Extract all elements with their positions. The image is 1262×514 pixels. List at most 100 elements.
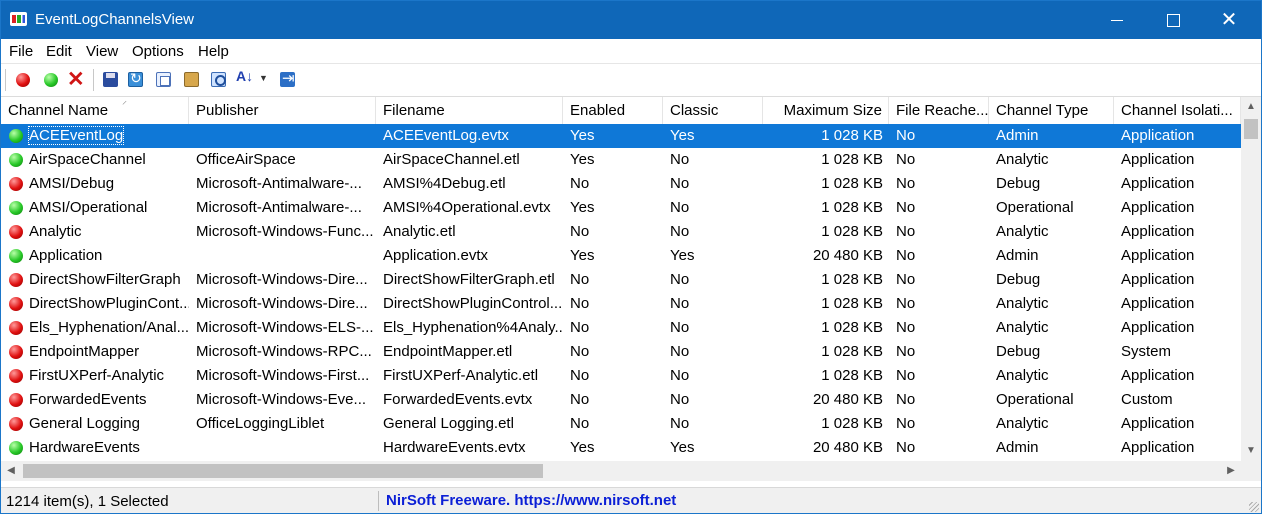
cell-channel-type: Analytic [996, 151, 1049, 168]
header-col-enabled[interactable]: Enabled [563, 97, 663, 124]
table-row[interactable]: AMSI/Operational Microsoft-Antimalware-..… [1, 196, 1241, 220]
header-col-classic[interactable]: Classic [663, 97, 763, 124]
header-col-filename[interactable]: Filename [376, 97, 563, 124]
find-icon [211, 72, 226, 87]
table-row[interactable]: ForwardedEvents Microsoft-Windows-Eve... F… [1, 388, 1241, 412]
scroll-up-icon[interactable]: ▲ [1241, 97, 1261, 117]
disabled-status-icon [9, 297, 23, 311]
properties-button[interactable] [182, 70, 202, 90]
scroll-down-icon[interactable]: ▼ [1241, 441, 1261, 461]
cell-channel-isolation: Application [1121, 367, 1195, 384]
cell-file-reached: No [896, 271, 916, 288]
table-row[interactable]: Analytic Microsoft-Windows-Func... Analyti… [1, 220, 1241, 244]
cell-enabled: Yes [570, 439, 595, 456]
scroll-left-icon[interactable]: ◀ [1, 461, 21, 481]
cell-channel-name: Application [1, 244, 189, 268]
header-col-channel-name[interactable]: Channel Name [1, 97, 189, 124]
cell-publisher [189, 124, 376, 148]
delete-button[interactable]: ✕ [67, 68, 87, 91]
cell-filename: Els_Hyphenation%4Analy... [383, 319, 563, 336]
scrollbar-corner [1241, 461, 1261, 481]
save-button[interactable] [101, 70, 121, 90]
horizontal-scroll-thumb[interactable] [23, 464, 543, 478]
close-button[interactable]: ✕ [1201, 1, 1257, 39]
table-row[interactable]: HardwareEvents HardwareEvents.evtx Yes Yes 2… [1, 436, 1241, 460]
cell-channel-type: Analytic [996, 415, 1049, 432]
cell-file-reached: No [896, 391, 916, 408]
cell-classic: No [670, 199, 690, 216]
header-col-file-reached[interactable]: File Reache... [889, 97, 989, 124]
title-bar[interactable]: EventLogChannelsView ✕ [1, 1, 1261, 39]
copy-button[interactable] [154, 70, 174, 90]
channel-name-text: ACEEventLog [27, 126, 125, 145]
cell-filename: HardwareEvents.evtx [383, 439, 526, 456]
table-row[interactable]: AMSI/Debug Microsoft-Antimalware-... AMSI%… [1, 172, 1241, 196]
cell-enabled: No [570, 415, 590, 432]
cell-publisher: Microsoft-Windows-Eve... [196, 391, 367, 408]
table-row[interactable]: Els_Hyphenation/Anal... Microsoft-Windows… [1, 316, 1241, 340]
cell-maximum-size: 20 480 KB [812, 439, 883, 456]
disabled-status-icon [9, 393, 23, 407]
cell-channel-name: AMSI/Debug [1, 172, 189, 196]
table-row[interactable]: EndpointMapper Microsoft-Windows-RPC... En… [1, 340, 1241, 364]
header-col-publisher[interactable]: Publisher [189, 97, 376, 124]
cell-file-reached: No [896, 415, 916, 432]
table-row[interactable]: FirstUXPerf-Analytic Microsoft-Windows-Fi… [1, 364, 1241, 388]
cell-enabled: No [570, 319, 590, 336]
app-icon[interactable] [10, 12, 27, 26]
cell-channel-name: DirectShowFilterGraph [1, 268, 189, 292]
cell-maximum-size: 1 028 KB [821, 343, 883, 360]
table-row[interactable]: DirectShowPluginCont... Microsoft-Windows… [1, 292, 1241, 316]
cell-enabled: No [570, 391, 590, 408]
maximize-button[interactable] [1145, 1, 1201, 39]
cell-classic: No [670, 151, 690, 168]
find-button[interactable] [209, 70, 229, 90]
table-row[interactable]: Application Application.evtx Yes Yes 20 480 … [1, 244, 1241, 268]
minimize-button[interactable] [1089, 1, 1145, 39]
cell-channel-name: AirSpaceChannel [1, 148, 189, 172]
disable-button[interactable] [13, 70, 33, 90]
horizontal-scrollbar[interactable]: ◀ ▶ [1, 461, 1241, 481]
scroll-right-icon[interactable]: ▶ [1221, 461, 1241, 481]
header-col-channel-type[interactable]: Channel Type [989, 97, 1114, 124]
resize-grip-icon[interactable] [1249, 502, 1259, 512]
channel-list[interactable]: Channel Name Publisher Filename Enabled Clas… [1, 97, 1241, 461]
enable-button[interactable] [41, 70, 61, 90]
disabled-status-icon [9, 321, 23, 335]
cell-channel-type: Analytic [996, 223, 1049, 240]
menu-edit[interactable]: Edit [46, 43, 72, 60]
exit-button[interactable] [278, 69, 298, 90]
menu-options[interactable]: Options [132, 43, 184, 60]
delete-x-icon: ✕ [67, 68, 85, 91]
maximize-icon [1166, 13, 1180, 27]
cell-file-reached: No [896, 343, 916, 360]
vertical-scrollbar[interactable]: ▲ ▼ [1241, 97, 1261, 461]
cell-filename: General Logging.etl [383, 415, 514, 432]
header-col-channel-isolation[interactable]: Channel Isolati... [1114, 97, 1241, 124]
cell-enabled: Yes [570, 151, 595, 168]
header-col-maximum-size[interactable]: Maximum Size [763, 97, 889, 124]
cell-file-reached: No [896, 439, 916, 456]
menu-help[interactable]: Help [198, 43, 229, 60]
sort-button[interactable]: A↓ [236, 68, 256, 90]
nirsoft-link[interactable]: NirSoft Freeware. https://www.nirsoft.ne… [386, 492, 676, 509]
cell-channel-type: Analytic [996, 319, 1049, 336]
sort-dropdown-arrow-icon[interactable]: ▼ [259, 73, 268, 83]
channel-name-text: ForwardedEvents [29, 391, 147, 408]
cell-channel-isolation: Application [1121, 295, 1195, 312]
refresh-button[interactable] [126, 70, 146, 90]
cell-channel-isolation: Application [1121, 151, 1195, 168]
table-row[interactable]: ACEEventLog ACEEventLog.evtx Yes Yes 1 028 K… [1, 124, 1241, 148]
disabled-status-icon [9, 417, 23, 431]
cell-maximum-size: 20 480 KB [812, 391, 883, 408]
table-row[interactable]: General Logging OfficeLoggingLiblet Genera… [1, 412, 1241, 436]
disabled-status-icon [9, 177, 23, 191]
vertical-scroll-thumb[interactable] [1244, 119, 1258, 139]
menu-view[interactable]: View [86, 43, 118, 60]
table-row[interactable]: DirectShowFilterGraph Microsoft-Windows-D… [1, 268, 1241, 292]
cell-filename: ForwardedEvents.evtx [383, 391, 533, 408]
sort-indicator-icon: ⸍ [122, 100, 127, 111]
table-row[interactable]: AirSpaceChannel OfficeAirSpace AirSpaceCha… [1, 148, 1241, 172]
menu-file[interactable]: File [9, 43, 33, 60]
refresh-icon [128, 70, 143, 87]
